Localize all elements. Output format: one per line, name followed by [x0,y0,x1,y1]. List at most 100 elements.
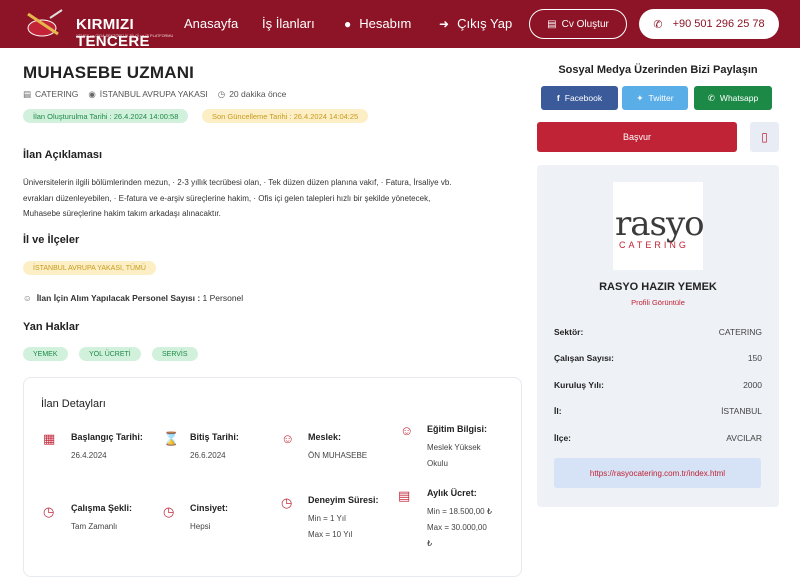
money-icon: ▤ [398,488,411,503]
bookmark-button[interactable]: ▯ [750,122,779,152]
company-logo-text: rasyo [615,204,705,244]
salary: Aylık Ücret: Min = 18.500,00 ₺ Max = 30.… [427,488,492,552]
info-value: 2000 [743,380,762,390]
nav-logout[interactable]: ➜ Çıkış Yap [439,16,512,31]
job-title: MUHASEBE UZMANI [23,63,195,82]
nav-account-label: Hesabım [359,16,412,31]
brand-tagline: YEMEK ve GIDA SEKTÖRÜ İK BİLGİ ve İŞ PLA… [76,34,174,38]
person-icon: ☺ [281,431,295,446]
logout-icon: ➜ [439,17,450,31]
whatsapp-share-button[interactable]: ✆ Whatsapp [694,86,772,110]
company-info-row: Sektör: CATERING [554,327,762,337]
facebook-share-button[interactable]: f Facebook [541,86,618,110]
salary-max: Max = 30.000,00 [427,523,487,532]
company-info-row: Kuruluş Yılı: 2000 [554,380,762,390]
start-date-value: 26.4.2024 [71,451,107,460]
pot-logo-icon [27,9,63,37]
apply-button[interactable]: Başvur [537,122,737,152]
gender-label: Cinsiyet: [190,503,229,513]
info-value: İSTANBUL [721,406,762,416]
occupation: Meslek: ÖN MUHASEBE [308,432,367,464]
gender: Cinsiyet: Hepsi [190,503,228,535]
description-heading: İlan Açıklaması [23,149,103,161]
job-details-card: İlan Detayları ▦ Başlangıç Tarihi: 26.4.… [23,377,522,577]
twitter-icon: ✦ [636,92,644,103]
staff-count-label: İlan İçin Alım Yapılacak Personel Sayısı… [36,293,201,303]
description-line: Üniversitelerin ilgili bölümlerinden mez… [23,178,452,187]
end-date-value: 26.6.2024 [190,451,226,460]
nav-jobs[interactable]: İş İlanları [262,16,315,31]
benefit-tag: YOL ÜCRETİ [79,347,141,361]
company-name: RASYO HAZIR YEMEK [599,281,717,293]
job-meta: ▤ CATERING ◉ İSTANBUL AVRUPA YAKASI ◷ 20 da… [23,89,286,100]
education-label: Eğitim Bilgisi: [427,424,488,434]
districts-heading: İl ve İlçeler [23,234,80,246]
experience-label: Deneyim Süresi: [308,495,379,505]
benefit-tag: SERVİS [152,347,198,361]
occupation-label: Meslek: [308,432,342,442]
info-value: AVCILAR [726,433,762,443]
description-line: Muhasebe süreçlerine hakim takım arkadaş… [23,209,221,218]
benefits-heading: Yan Haklar [23,321,80,333]
graduate-icon: ☺ [400,423,414,438]
description-line: evrakları düzenleyebilen, · E-fatura ve … [23,193,431,203]
end-date: Bitiş Tarihi: 26.6.2024 [190,432,239,464]
create-cv-label: Cv Oluştur [561,18,609,30]
company-info-row: İl: İSTANBUL [554,406,762,416]
company-info-row: İlçe: AVCILAR [554,433,762,443]
facebook-label: Facebook [564,93,603,103]
user-icon: ● [344,17,352,31]
start-date-label: Başlangıç Tarihi: [71,432,143,442]
details-title: İlan Detayları [41,398,106,410]
briefcase-icon: ▤ [23,89,32,99]
company-card: rasyo CATERING RASYO HAZIR YEMEK Profili… [537,165,779,507]
updated-date-badge: Son Güncelleme Tarihi : 26.4.2024 14:04:… [202,109,369,123]
info-value: CATERING [718,327,762,337]
experience-min: Min = 1 Yıl [308,514,346,523]
experience: Deneyim Süresi: Min = 1 Yıl Max = 10 Yıl [308,495,379,543]
company-website-link[interactable]: https://rasyocatering.com.tr/index.html [554,458,761,488]
info-label: Çalışan Sayısı: [554,353,615,363]
work-type-value: Tam Zamanlı [71,522,118,531]
company-profile-link[interactable]: Profili Görüntüle [537,298,779,307]
create-cv-button[interactable]: ▤ Cv Oluştur [529,9,627,39]
twitter-share-button[interactable]: ✦ Twitter [622,86,688,110]
brand-name: KIRMIZI TENCERE [76,16,150,50]
phone-button[interactable]: ✆ +90 501 296 25 78 [639,9,779,39]
whatsapp-icon: ✆ [707,92,715,103]
job-posted-time: 20 dakika önce [229,89,287,99]
company-logo-subtext: CATERING [619,240,689,250]
created-date-badge: İlan Oluşturulma Tarihi : 26.4.2024 14:0… [23,109,189,123]
info-value: 150 [747,353,762,363]
clock-icon: ◷ [217,89,226,99]
nav-logout-label: Çıkış Yap [457,16,513,31]
company-logo: rasyo CATERING [613,182,705,270]
people-icon: ☺ [23,293,32,303]
location-pin-icon: ◉ [88,89,96,99]
salary-currency: ₺ [427,539,433,548]
education-value: Meslek Yüksek [427,443,481,452]
nav-home[interactable]: Anasayfa [184,16,238,31]
info-label: İlçe: [554,433,572,443]
nav-account[interactable]: ● Hesabım [344,16,411,31]
hourglass-icon: ⌛ [163,431,180,446]
education-value-cont: Okulu [427,459,448,468]
clock-icon: ◷ [43,504,55,519]
twitter-label: Twitter [648,93,674,103]
education: Eğitim Bilgisi: Meslek Yüksek Okulu [427,424,487,472]
brand-logo[interactable]: KIRMIZI TENCERE YEMEK ve GIDA SEKTÖRÜ İK… [20,6,173,50]
company-info-row: Çalışan Sayısı: 150 [554,353,762,363]
whatsapp-label: Whatsapp [719,93,759,103]
info-label: İl: [554,406,562,416]
district-tag: İSTANBUL AVRUPA YAKASI, TÜMÜ [23,261,156,275]
phone-number: +90 501 296 25 78 [672,18,765,30]
experience-max: Max = 10 Yıl [308,530,353,539]
info-label: Sektör: [554,327,584,337]
start-date: Başlangıç Tarihi: 26.4.2024 [71,432,143,464]
salary-label: Aylık Ücret: [427,488,477,498]
bookmark-icon: ▯ [761,130,768,144]
job-sector: CATERING [35,89,79,99]
end-date-label: Bitiş Tarihi: [190,432,239,442]
clock-icon: ◷ [163,504,175,519]
job-location: İSTANBUL AVRUPA YAKASI [99,89,208,99]
